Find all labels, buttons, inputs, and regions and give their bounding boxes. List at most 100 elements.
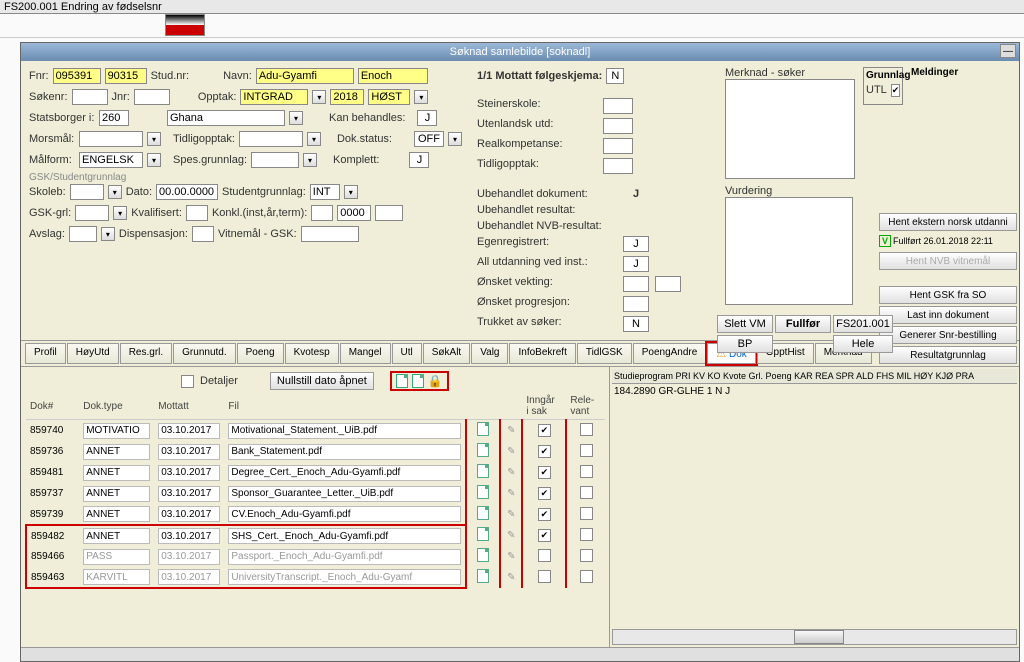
tab-poengandre[interactable]: PoengAndre <box>633 343 707 364</box>
edit-icon[interactable]: ✎ <box>507 446 515 457</box>
tab-poeng[interactable]: Poeng <box>237 343 284 364</box>
tidl-input[interactable] <box>603 158 633 174</box>
hent-gsk-button[interactable]: Hent GSK fra SO <box>879 286 1017 304</box>
sak-checkbox[interactable]: ✔ <box>538 487 551 500</box>
mottatt-date-input[interactable] <box>158 569 220 585</box>
sak-checkbox[interactable]: ✔ <box>538 529 551 542</box>
fil-input[interactable] <box>228 423 461 439</box>
tab-tidlgsk[interactable]: TidlGSK <box>577 343 632 364</box>
fil-input[interactable] <box>228 506 461 522</box>
rel-checkbox[interactable] <box>580 528 593 541</box>
tab-søkalt[interactable]: SøkAlt <box>423 343 470 364</box>
fil-input[interactable] <box>228 486 461 502</box>
jnr-input[interactable] <box>134 89 170 105</box>
tidlig-dropdown[interactable]: ▾ <box>307 132 321 146</box>
file-icon[interactable] <box>477 548 489 562</box>
edit-icon[interactable]: ✎ <box>507 572 515 583</box>
edit-icon[interactable]: ✎ <box>507 425 515 436</box>
copy2-icon[interactable] <box>412 374 424 388</box>
fil-input[interactable] <box>228 528 461 544</box>
vekt1-input[interactable] <box>623 276 649 292</box>
detaljer-checkbox[interactable] <box>181 375 194 388</box>
generer-button[interactable]: Generer Snr-bestilling <box>879 326 1017 344</box>
malform-dropdown[interactable]: ▾ <box>147 153 161 167</box>
mottatt-date-input[interactable] <box>158 423 220 439</box>
fil-input[interactable] <box>228 549 461 565</box>
edit-icon[interactable]: ✎ <box>507 509 515 520</box>
studgr-input[interactable] <box>310 184 340 200</box>
tab-mangel[interactable]: Mangel <box>340 343 391 364</box>
komplett-input[interactable] <box>409 152 429 168</box>
file-icon[interactable] <box>477 464 489 478</box>
rel-checkbox[interactable] <box>580 549 593 562</box>
edit-icon[interactable]: ✎ <box>507 488 515 499</box>
vurdering-textarea[interactable] <box>725 197 853 305</box>
avslag-input[interactable] <box>69 226 97 242</box>
hent-nvb-button[interactable]: Hent NVB vitnemål <box>879 252 1017 270</box>
mottatt-date-input[interactable] <box>158 465 220 481</box>
file-icon[interactable] <box>477 527 489 541</box>
mottatt-input[interactable] <box>606 68 624 84</box>
slettvm-button[interactable]: Slett VM <box>717 315 773 333</box>
fnr1-input[interactable] <box>53 68 101 84</box>
allutd-input[interactable] <box>623 256 649 272</box>
last-inn-button[interactable]: Last inn dokument <box>879 306 1017 324</box>
kval-input[interactable] <box>186 205 208 221</box>
table-row[interactable]: 859739✎✔ <box>26 504 605 525</box>
edit-icon[interactable]: ✎ <box>507 530 515 541</box>
rel-checkbox[interactable] <box>580 486 593 499</box>
tab-valg[interactable]: Valg <box>471 343 508 364</box>
sokenr-input[interactable] <box>72 89 108 105</box>
gskgrl-dropdown[interactable]: ▾ <box>113 206 127 220</box>
mottatt-date-input[interactable] <box>158 506 220 522</box>
doktype-input[interactable] <box>83 465 150 481</box>
fs201-button[interactable]: FS201.001 <box>833 315 893 333</box>
doks-dropdown[interactable]: ▾ <box>448 132 462 146</box>
konkl-term-input[interactable] <box>375 205 403 221</box>
studgr-dropdown[interactable]: ▾ <box>344 185 358 199</box>
morsmal-input[interactable] <box>79 131 143 147</box>
opptak-input[interactable] <box>240 89 308 105</box>
tab-kvotesp[interactable]: Kvotesp <box>285 343 339 364</box>
lock-icon[interactable]: 🔒 <box>428 374 443 388</box>
doktype-input[interactable] <box>83 569 150 585</box>
table-row[interactable]: 859482✎✔ <box>26 525 605 546</box>
table-row[interactable]: 859466✎ <box>26 546 605 567</box>
doktype-input[interactable] <box>83 486 150 502</box>
vitne-input[interactable] <box>301 226 359 242</box>
stats-country-input[interactable] <box>167 110 285 126</box>
mottatt-date-input[interactable] <box>158 528 220 544</box>
fil-input[interactable] <box>228 569 461 585</box>
opptak-dropdown[interactable]: ▾ <box>312 90 326 104</box>
hele-button[interactable]: Hele <box>833 335 893 353</box>
resultat-button[interactable]: Resultatgrunnlag <box>879 346 1017 364</box>
file-icon[interactable] <box>477 485 489 499</box>
sak-checkbox[interactable]: ✔ <box>538 466 551 479</box>
prog-input[interactable] <box>623 296 649 312</box>
copy-icon[interactable] <box>396 374 408 388</box>
minimize-button[interactable]: — <box>1000 44 1016 58</box>
term-dropdown[interactable]: ▾ <box>414 90 428 104</box>
file-icon[interactable] <box>477 569 489 583</box>
table-row[interactable]: 859736✎✔ <box>26 441 605 462</box>
year-input[interactable] <box>330 89 364 105</box>
fnr2-input[interactable] <box>105 68 147 84</box>
tab-grunnutd.[interactable]: Grunnutd. <box>173 343 235 364</box>
disp-input[interactable] <box>192 226 214 242</box>
rel-checkbox[interactable] <box>580 465 593 478</box>
rel-checkbox[interactable] <box>580 423 593 436</box>
spes-input[interactable] <box>251 152 299 168</box>
rel-checkbox[interactable] <box>580 444 593 457</box>
sak-checkbox[interactable] <box>538 549 551 562</box>
sak-checkbox[interactable]: ✔ <box>538 424 551 437</box>
file-icon[interactable] <box>477 422 489 436</box>
konkl-year-input[interactable] <box>337 205 371 221</box>
merknad-textarea[interactable] <box>725 79 855 179</box>
file-icon[interactable] <box>477 506 489 520</box>
doktype-input[interactable] <box>83 528 150 544</box>
rel-checkbox[interactable] <box>580 570 593 583</box>
mottatt-date-input[interactable] <box>158 486 220 502</box>
doks-input[interactable] <box>414 131 444 147</box>
dato-input[interactable] <box>156 184 218 200</box>
tab-infobekreft[interactable]: InfoBekreft <box>509 343 575 364</box>
